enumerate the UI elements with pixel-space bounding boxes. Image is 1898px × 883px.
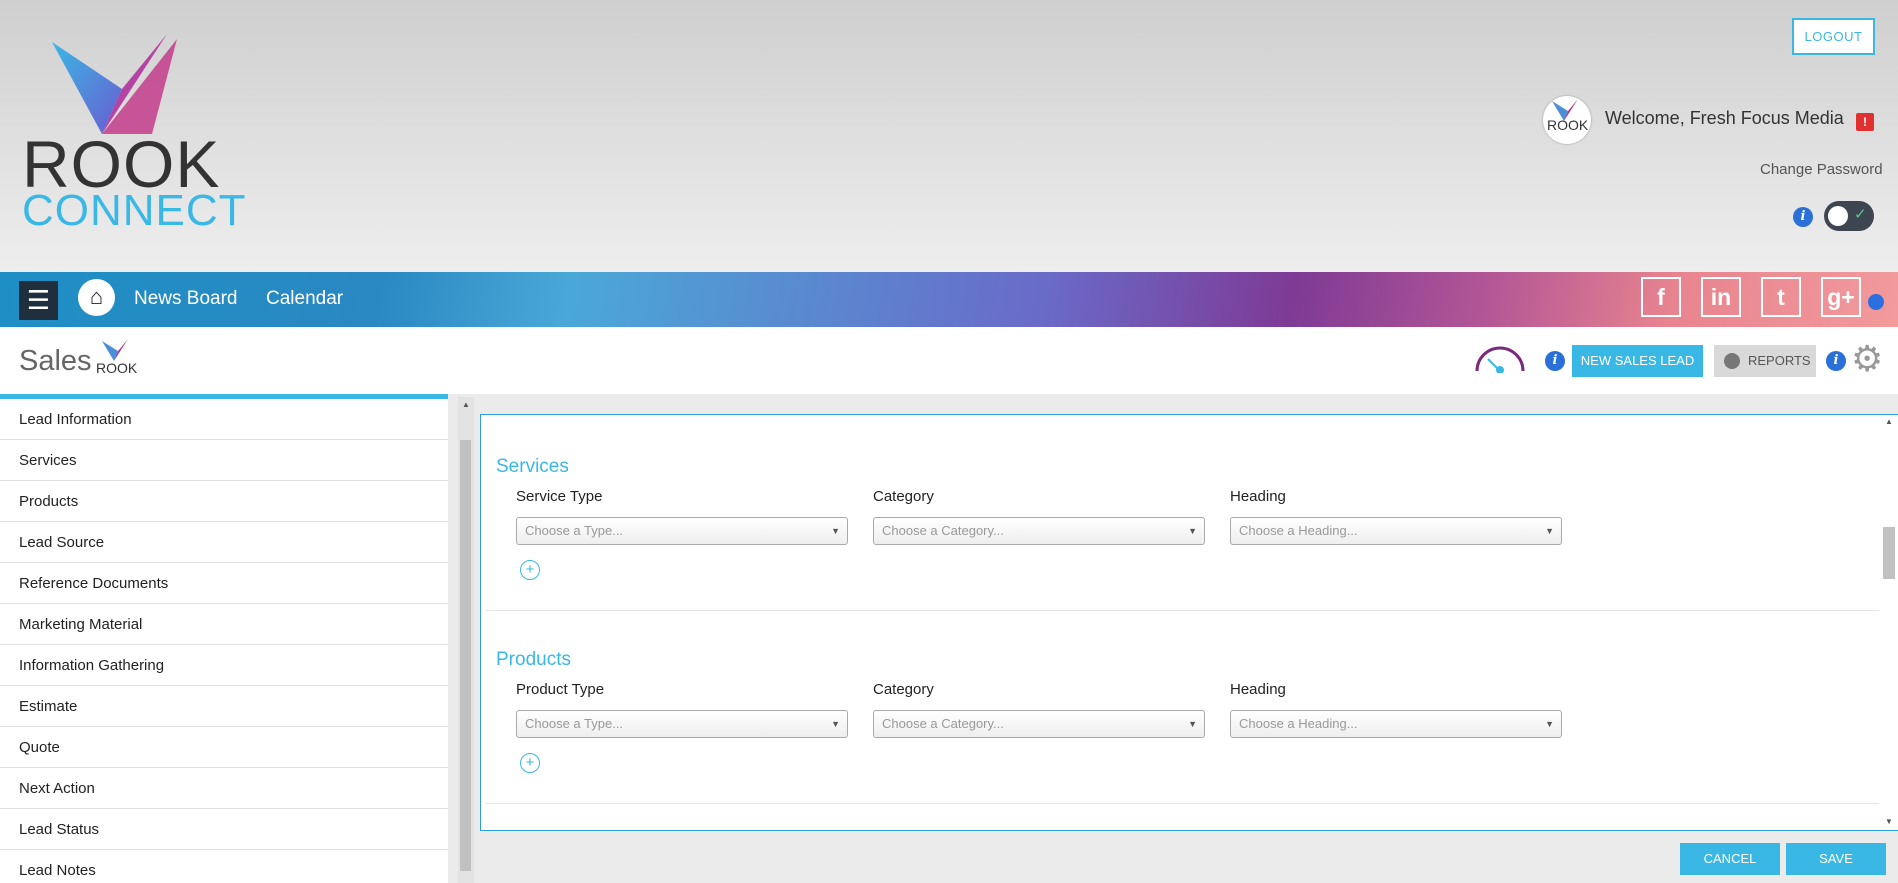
form-scrollbar[interactable]: ▲ ▼	[1879, 415, 1898, 830]
add-product-icon[interactable]: +	[520, 753, 540, 773]
chevron-down-icon: ▼	[1188, 719, 1197, 729]
facebook-icon[interactable]: f	[1641, 277, 1681, 317]
chevron-down-icon: ▼	[1545, 526, 1554, 536]
product-heading-label: Heading	[1230, 681, 1286, 698]
service-heading-select[interactable]: Choose a Heading... ▼	[1230, 517, 1562, 545]
main-navbar: ☰ ⌂ News Board Calendar f in t g+	[0, 272, 1898, 327]
sales-logo-text: ROOK	[96, 360, 138, 376]
sidebar-item-products[interactable]: Products	[0, 481, 448, 522]
info-icon[interactable]: i	[1545, 351, 1565, 371]
rook-connect-logo[interactable]: ROOK CONNECT	[22, 34, 246, 235]
nav-calendar[interactable]: Calendar	[266, 288, 343, 310]
lead-form-panel: Services Service Type Category Heading C…	[480, 414, 1898, 831]
chevron-down-icon: ▼	[831, 719, 840, 729]
logo-connect-text: CONNECT	[22, 186, 247, 235]
sidebar-item-lead-notes[interactable]: Lead Notes	[0, 850, 448, 883]
service-category-label: Category	[873, 488, 934, 505]
check-icon: ✓	[1854, 206, 1867, 223]
product-type-label: Product Type	[516, 681, 605, 698]
sidebar: Lead Information Services Products Lead …	[0, 394, 448, 883]
service-heading-label: Heading	[1230, 488, 1286, 505]
products-section-title: Products	[496, 649, 571, 670]
rook-logo-mark-icon	[52, 34, 177, 134]
toggle-knob	[1828, 206, 1848, 226]
product-type-placeholder: Choose a Type...	[525, 716, 624, 731]
product-category-label: Category	[873, 681, 934, 698]
cancel-button[interactable]: CANCEL	[1680, 843, 1780, 875]
scrollbar-thumb[interactable]	[1883, 527, 1895, 579]
product-category-select[interactable]: Choose a Category... ▼	[873, 710, 1205, 738]
sidebar-item-quote[interactable]: Quote	[0, 727, 448, 768]
toggle-switch[interactable]: ✓	[1824, 201, 1874, 231]
sidebar-item-information-gathering[interactable]: Information Gathering	[0, 645, 448, 686]
alert-icon[interactable]: !	[1856, 113, 1874, 131]
scroll-up-icon[interactable]: ▲	[1885, 417, 1893, 426]
sidebar-item-reference-documents[interactable]: Reference Documents	[0, 563, 448, 604]
info-icon[interactable]: i	[1793, 207, 1813, 227]
sidebar-item-services[interactable]: Services	[0, 440, 448, 481]
pie-chart-icon	[1724, 353, 1740, 369]
sales-logo: ROOK	[94, 339, 138, 383]
section-divider	[486, 610, 1881, 611]
chevron-down-icon: ▼	[831, 526, 840, 536]
product-type-select[interactable]: Choose a Type... ▼	[516, 710, 848, 738]
sidebar-item-lead-information[interactable]: Lead Information	[0, 399, 448, 440]
avatar-text: ROOK	[1547, 117, 1589, 133]
twitter-icon[interactable]: t	[1761, 277, 1801, 317]
page-header: ROOK CONNECT LOGOUT ROOK Welcome, Fresh …	[0, 0, 1898, 272]
reports-label: REPORTS	[1748, 353, 1811, 368]
sidebar-item-lead-source[interactable]: Lead Source	[0, 522, 448, 563]
sidebar-item-estimate[interactable]: Estimate	[0, 686, 448, 727]
chevron-down-icon: ▼	[1545, 719, 1554, 729]
gauge-icon[interactable]	[1474, 343, 1526, 373]
nav-news-board[interactable]: News Board	[134, 288, 238, 310]
home-icon[interactable]: ⌂	[78, 279, 115, 316]
gear-icon[interactable]: ⚙	[1851, 340, 1883, 378]
logout-button[interactable]: LOGOUT	[1792, 18, 1875, 55]
scrollbar-thumb[interactable]	[460, 440, 471, 871]
scroll-up-icon[interactable]: ▲	[462, 400, 470, 409]
add-service-icon[interactable]: +	[520, 560, 540, 580]
service-category-select[interactable]: Choose a Category... ▼	[873, 517, 1205, 545]
new-sales-lead-button[interactable]: NEW SALES LEAD	[1572, 345, 1703, 377]
product-heading-placeholder: Choose a Heading...	[1239, 716, 1358, 731]
info-icon[interactable]: i	[1826, 351, 1846, 371]
sidebar-item-lead-status[interactable]: Lead Status	[0, 809, 448, 850]
service-type-placeholder: Choose a Type...	[525, 523, 624, 538]
save-button[interactable]: SAVE	[1786, 843, 1886, 875]
sidebar-scrollbar[interactable]: ▲	[458, 397, 474, 883]
service-type-select[interactable]: Choose a Type... ▼	[516, 517, 848, 545]
sales-logo-mark-icon	[102, 339, 128, 361]
page-title: Sales	[19, 345, 92, 377]
status-dot	[1868, 294, 1884, 310]
avatar[interactable]: ROOK	[1543, 96, 1591, 144]
scroll-down-icon[interactable]: ▼	[1885, 817, 1893, 826]
service-category-placeholder: Choose a Category...	[882, 523, 1004, 538]
reports-button[interactable]: REPORTS	[1714, 345, 1816, 377]
product-heading-select[interactable]: Choose a Heading... ▼	[1230, 710, 1562, 738]
services-section-title: Services	[496, 456, 569, 477]
sidebar-item-next-action[interactable]: Next Action	[0, 768, 448, 809]
section-divider	[486, 803, 1881, 804]
change-password-link[interactable]: Change Password	[1760, 161, 1883, 178]
welcome-text: Welcome, Fresh Focus Media	[1605, 108, 1844, 128]
sidebar-item-marketing-material[interactable]: Marketing Material	[0, 604, 448, 645]
google-plus-icon[interactable]: g+	[1821, 277, 1861, 317]
menu-icon[interactable]: ☰	[19, 281, 58, 320]
product-category-placeholder: Choose a Category...	[882, 716, 1004, 731]
service-type-label: Service Type	[516, 488, 603, 505]
linkedin-icon[interactable]: in	[1701, 277, 1741, 317]
service-heading-placeholder: Choose a Heading...	[1239, 523, 1358, 538]
sales-header: Sales ROOK i NEW SALES LEAD REPORTS i ⚙	[0, 327, 1898, 394]
chevron-down-icon: ▼	[1188, 526, 1197, 536]
